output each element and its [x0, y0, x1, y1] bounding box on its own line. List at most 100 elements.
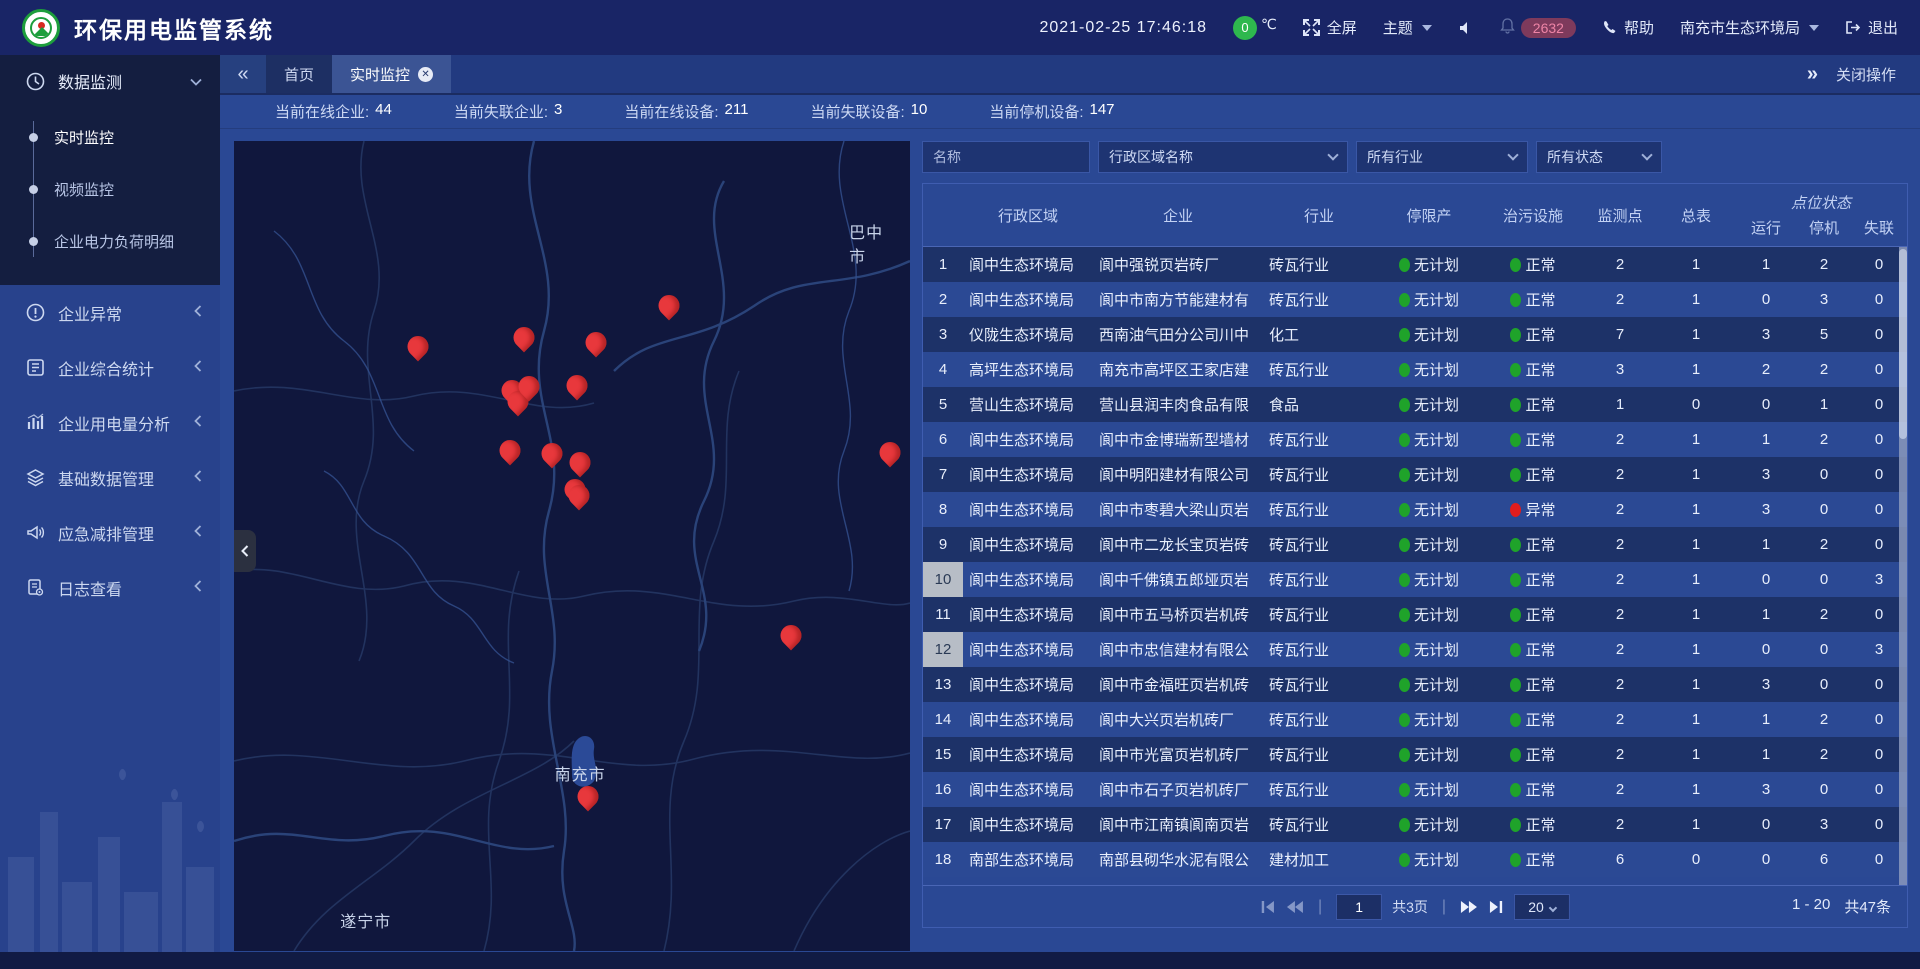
sidebar-item-enterprise-abnormal[interactable]: 企业异常: [0, 285, 220, 340]
sidebar-item-basic-data-management[interactable]: 基础数据管理: [0, 450, 220, 505]
cell-stopped-count: 2: [1797, 431, 1851, 448]
layers-icon: [24, 468, 46, 487]
chevron-down-icon: [1549, 903, 1557, 911]
cell-industry: 砖瓦行业: [1263, 674, 1375, 695]
table-scrollbar[interactable]: [1899, 247, 1907, 885]
first-page-button[interactable]: [1260, 900, 1276, 914]
pagination-bar: | 共3页 | 20: [923, 885, 1907, 927]
table-row[interactable]: 16阆中生态环境局阆中市石子页岩机砖厂砖瓦行业无计划正常21300: [923, 772, 1907, 807]
table-row[interactable]: 12阆中生态环境局阆中市忠信建材有限公砖瓦行业无计划正常21003: [923, 632, 1907, 667]
cell-industry: 砖瓦行业: [1263, 709, 1375, 730]
table-row[interactable]: 9阆中生态环境局阆中市二龙长宝页岩砖砖瓦行业无计划正常21120: [923, 527, 1907, 562]
table-row[interactable]: 17阆中生态环境局阆中市江南镇阆南页岩砖瓦行业无计划正常21030: [923, 807, 1907, 842]
row-index: 1: [923, 247, 963, 282]
skyline-bar: [40, 812, 58, 952]
next-page-button[interactable]: [1460, 900, 1478, 914]
table-row[interactable]: 5营山生态环境局营山县润丰肉食品有限食品无计划正常10010: [923, 387, 1907, 422]
region-select[interactable]: 行政区域名称: [1098, 141, 1348, 173]
cell-region: 高坪生态环境局: [963, 359, 1093, 380]
sidebar-item-enterprise-statistics[interactable]: 企业综合统计: [0, 340, 220, 395]
table-row[interactable]: 10阆中生态环境局阆中千佛镇五郎垭页岩砖瓦行业无计划正常21003: [923, 562, 1907, 597]
chevron-left-icon: [194, 470, 202, 485]
cell-monitor-points: 2: [1583, 606, 1657, 623]
cell-limit-status: 无计划: [1375, 674, 1483, 695]
status-dot-icon: [1510, 363, 1521, 377]
table-row[interactable]: 3仪陇生态环境局西南油气田分公司川中化工无计划正常71350: [923, 317, 1907, 352]
help-button[interactable]: 帮助: [1602, 17, 1654, 38]
sidebar-item-video-monitoring[interactable]: 视频监控: [0, 163, 220, 215]
cell-industry: 砖瓦行业: [1263, 779, 1375, 800]
cell-region: 仪陇生态环境局: [963, 324, 1093, 345]
stat-value: 3: [554, 101, 562, 122]
limit-status-text: 无计划: [1414, 254, 1459, 275]
cell-stopped-count: 1: [1797, 396, 1851, 413]
tabs-scroll-right-button[interactable]: »: [1807, 63, 1818, 86]
cell-total-meter: 1: [1657, 291, 1735, 308]
table-row[interactable]: 15阆中生态环境局阆中市光富页岩机砖厂砖瓦行业无计划正常21120: [923, 737, 1907, 772]
col-header-run: 运行: [1735, 215, 1797, 246]
close-icon[interactable]: ✕: [418, 67, 433, 82]
table-row[interactable]: 7阆中生态环境局阆中明阳建材有限公司砖瓦行业无计划正常21300: [923, 457, 1907, 492]
sidebar-item-power-usage-analysis[interactable]: 企业用电量分析: [0, 395, 220, 450]
tabs-scroll-left-button[interactable]: «: [220, 55, 266, 93]
table-row[interactable]: 1阆中生态环境局阆中强锐页岩砖厂砖瓦行业无计划正常21120: [923, 247, 1907, 282]
cell-limit-status: 无计划: [1375, 254, 1483, 275]
cell-total-meter: 1: [1657, 571, 1735, 588]
status-dot-icon: [1510, 818, 1521, 832]
status-select[interactable]: 所有状态: [1536, 141, 1662, 173]
filter-row: 行政区域名称 所有行业 所有状态: [922, 141, 1908, 173]
butterfly-shape: [116, 768, 129, 781]
table-row[interactable]: 8阆中生态环境局阆中市枣碧大梁山页岩砖瓦行业无计划异常21300: [923, 492, 1907, 527]
tab-realtime-monitoring[interactable]: 实时监控 ✕: [332, 55, 451, 93]
cell-region: 阆中生态环境局: [963, 604, 1093, 625]
map-panel[interactable]: 巴中市 南充市 遂宁市: [234, 141, 910, 951]
sidebar-item-emergency-reduction[interactable]: 应急减排管理: [0, 505, 220, 560]
row-index: 9: [923, 527, 963, 562]
row-index: 2: [923, 282, 963, 317]
skyline-bar: [124, 892, 158, 952]
total-items-label: 共47条: [1844, 896, 1891, 917]
table-row[interactable]: 18南部生态环境局南部县砌华水泥有限公建材加工无计划正常60060: [923, 842, 1907, 877]
panel-collapse-handle[interactable]: [234, 530, 256, 572]
cell-treatment-status: 正常: [1483, 779, 1583, 800]
status-dot-icon: [1510, 853, 1521, 867]
table-row[interactable]: 4高坪生态环境局南充市高坪区王家店建砖瓦行业无计划正常31220: [923, 352, 1907, 387]
page-size-value: 20: [1528, 899, 1544, 915]
cell-run-count: 1: [1735, 746, 1797, 763]
industry-select[interactable]: 所有行业: [1356, 141, 1528, 173]
name-search-input[interactable]: [922, 141, 1090, 173]
user-org-dropdown[interactable]: 南充市生态环境局: [1680, 17, 1819, 38]
table-row[interactable]: 13阆中生态环境局阆中市金福旺页岩机砖砖瓦行业无计划正常21300: [923, 667, 1907, 702]
fullscreen-label: 全屏: [1327, 17, 1357, 38]
treatment-status-text: 正常: [1525, 289, 1555, 310]
cell-treatment-status: 正常: [1483, 569, 1583, 590]
tab-home[interactable]: 首页: [266, 55, 332, 93]
sidebar-item-data-monitoring[interactable]: 数据监测: [0, 55, 220, 107]
content-row: 巴中市 南充市 遂宁市 行政区域名称: [220, 129, 1920, 952]
prev-page-button[interactable]: [1286, 900, 1304, 914]
chevron-left-icon: [194, 415, 202, 430]
stat-stopped-devices: 当前停机设备: 147: [989, 101, 1114, 122]
last-page-button[interactable]: [1488, 900, 1504, 914]
cell-run-count: 0: [1735, 396, 1797, 413]
page-size-select[interactable]: 20: [1514, 894, 1570, 920]
fullscreen-icon: [1303, 19, 1320, 36]
theme-dropdown[interactable]: 主题: [1383, 17, 1432, 38]
page-number-input[interactable]: [1336, 894, 1382, 920]
close-operations-button[interactable]: » 关闭操作: [1783, 55, 1920, 93]
sidebar-item-power-load-detail[interactable]: 企业电力负荷明细: [0, 215, 220, 267]
sidebar-item-log-view[interactable]: 日志查看: [0, 560, 220, 615]
notification-area[interactable]: 2632: [1500, 18, 1576, 38]
region-select-value: 行政区域名称: [1109, 147, 1317, 167]
sound-button[interactable]: [1458, 20, 1474, 36]
chevron-left-icon: [194, 305, 202, 320]
logout-button[interactable]: 退出: [1845, 17, 1898, 38]
table-scrollbar-thumb[interactable]: [1899, 249, 1907, 439]
fullscreen-button[interactable]: 全屏: [1303, 17, 1357, 38]
table-row[interactable]: 6阆中生态环境局阆中市金博瑞新型墙材砖瓦行业无计划正常21120: [923, 422, 1907, 457]
table-row[interactable]: 2阆中生态环境局阆中市南方节能建材有砖瓦行业无计划正常21030: [923, 282, 1907, 317]
table-row[interactable]: 14阆中生态环境局阆中大兴页岩机砖厂砖瓦行业无计划正常21120: [923, 702, 1907, 737]
sidebar-item-realtime-monitoring[interactable]: 实时监控: [0, 111, 220, 163]
status-dot-icon: [1399, 678, 1410, 692]
table-row[interactable]: 11阆中生态环境局阆中市五马桥页岩机砖砖瓦行业无计划正常21120: [923, 597, 1907, 632]
